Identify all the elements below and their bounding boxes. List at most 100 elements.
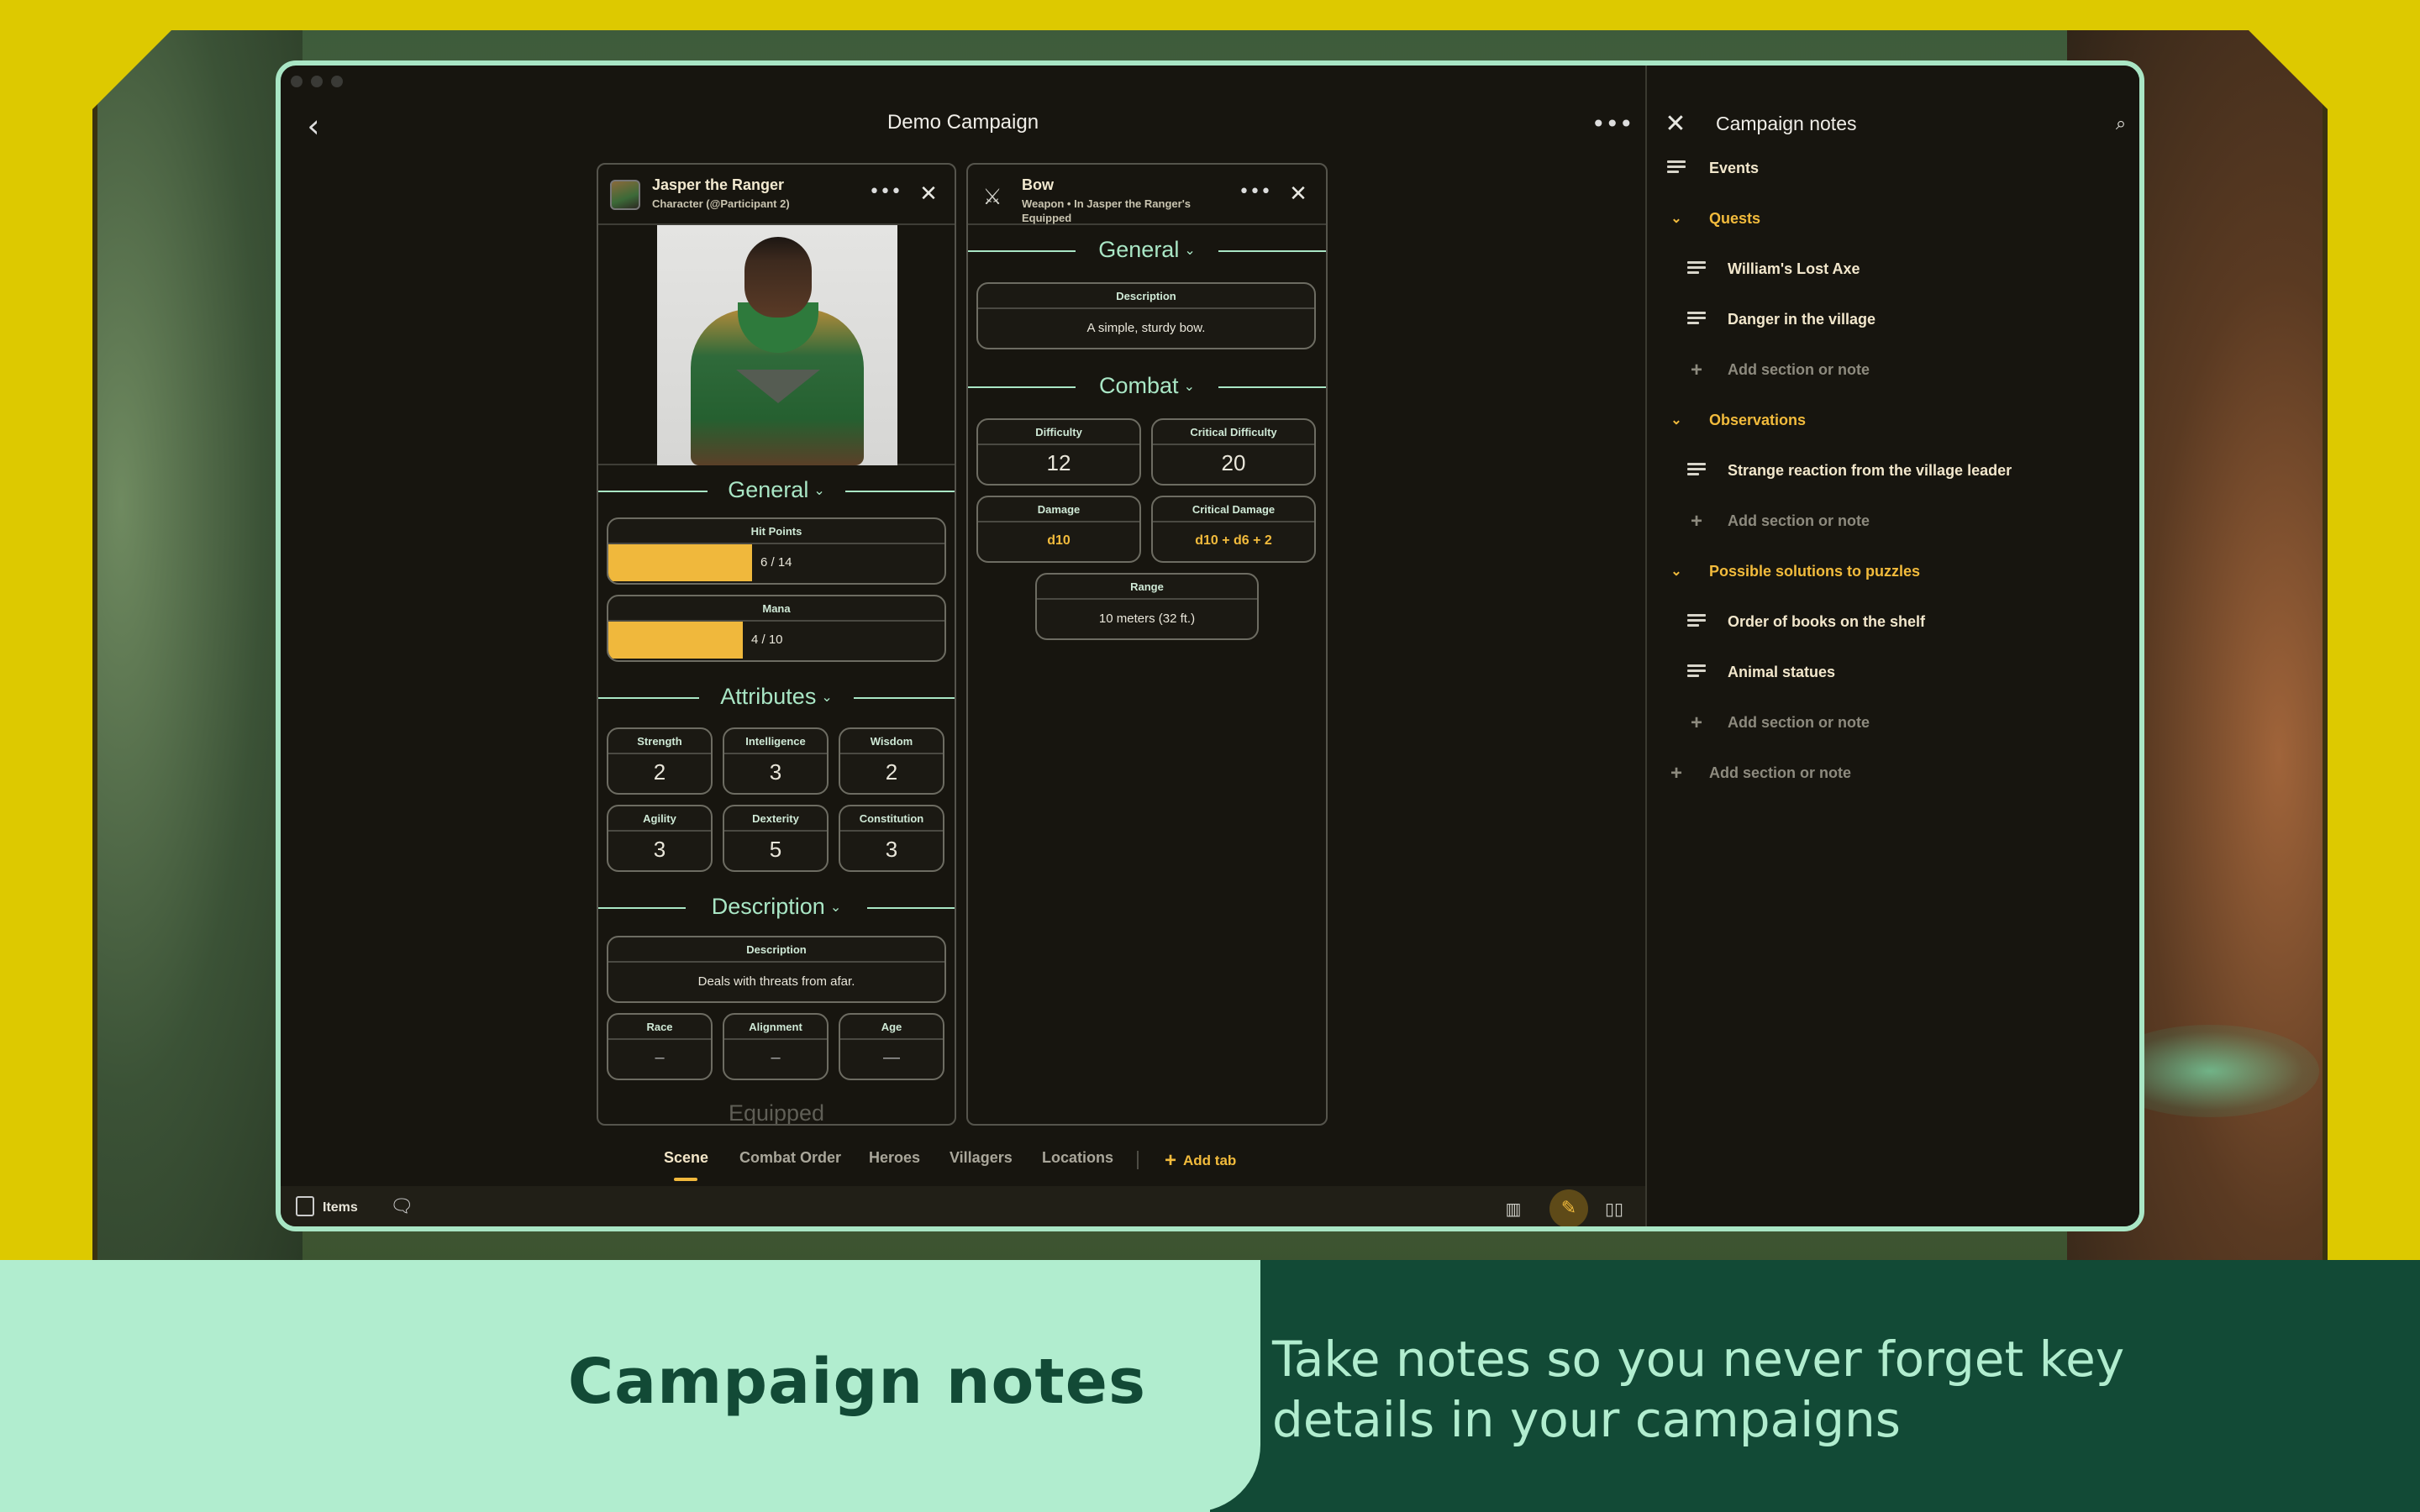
weapon-general-section-header[interactable]: General ⌄ xyxy=(968,225,1326,277)
more-horizontal-icon: ••• xyxy=(1239,181,1271,202)
field-value: – xyxy=(655,1048,665,1067)
field-label: Alignment xyxy=(724,1015,827,1040)
mana-label: Mana xyxy=(608,596,944,622)
chevron-down-icon: ⌄ xyxy=(829,900,842,915)
notes-header: ✕ Campaign notes ⌕ xyxy=(1647,99,2139,155)
tab-heroes[interactable]: Heroes xyxy=(869,1149,920,1167)
hit-points-label: Hit Points xyxy=(608,519,944,544)
race-field[interactable]: Race – xyxy=(607,1013,713,1080)
equipped-section-title[interactable]: Equipped xyxy=(598,1100,955,1124)
attribute-constitution[interactable]: Constitution 3 xyxy=(839,805,944,872)
rulebook-button[interactable]: ▯▯ xyxy=(1600,1194,1628,1223)
chat-button[interactable]: 🗨 xyxy=(390,1196,413,1217)
notes-section[interactable]: ⌄ Quests xyxy=(1647,203,2139,237)
lines-glyph xyxy=(1687,259,1706,276)
weapon-close-button[interactable]: ✕ xyxy=(1284,180,1313,208)
weapon-more-button[interactable]: ••• xyxy=(1239,180,1271,208)
character-description-field[interactable]: Description Deals with threats from afar… xyxy=(607,936,946,1003)
mana-fill xyxy=(608,622,743,659)
note-item[interactable]: Order of books on the shelf xyxy=(1647,606,2139,640)
main-area: ‹ Demo Campaign ••• Jasper the Ranger Ch… xyxy=(281,66,1645,1226)
attribute-wisdom[interactable]: Wisdom 2 xyxy=(839,727,944,795)
weapon-card-header: ⚔ Bow Weapon • In Jasper the Ranger's Eq… xyxy=(968,165,1326,225)
hit-points-fill xyxy=(608,544,752,581)
tab-villagers[interactable]: Villagers xyxy=(950,1149,1013,1167)
add-section-or-note-button[interactable]: + Add section or note xyxy=(1647,758,2139,791)
attribute-dexterity[interactable]: Dexterity 5 xyxy=(723,805,829,872)
description-section-header[interactable]: Description ⌄ xyxy=(598,882,955,934)
field-label: Range xyxy=(1037,575,1257,600)
note-item[interactable]: Danger in the village xyxy=(1647,304,2139,338)
age-field[interactable]: Age — xyxy=(839,1013,944,1080)
weapon-name: Bow xyxy=(1022,176,1054,193)
field-label: Age xyxy=(840,1015,943,1040)
more-options-button[interactable]: ••• xyxy=(1591,108,1634,146)
field-value: 20 xyxy=(1221,450,1246,475)
character-close-button[interactable]: ✕ xyxy=(914,180,943,208)
alignment-field[interactable]: Alignment – xyxy=(723,1013,829,1080)
weapon-general-section-title: General xyxy=(1098,237,1180,262)
note-label: Order of books on the shelf xyxy=(1728,613,1926,630)
chevron-down-icon: ⌄ xyxy=(813,484,825,498)
plus-icon: + xyxy=(1690,711,1702,734)
notes-search-button[interactable]: ⌕ xyxy=(2104,108,2138,141)
character-name: Jasper the Ranger xyxy=(652,176,785,193)
hit-points-bar[interactable]: Hit Points 6 / 14 xyxy=(607,517,946,585)
search-icon: ⌕ xyxy=(2115,113,2127,134)
weapon-description-field[interactable]: Description A simple, sturdy bow. xyxy=(976,282,1316,349)
attribute-value: 3 xyxy=(653,837,666,862)
note-lines-icon xyxy=(1686,612,1707,633)
mana-bar[interactable]: Mana 4 / 10 xyxy=(607,595,946,662)
critical-difficulty-field[interactable]: Critical Difficulty 20 xyxy=(1151,418,1316,486)
divider xyxy=(598,491,708,492)
notes-close-button[interactable]: ✕ xyxy=(1659,108,1692,141)
tab-scene[interactable]: Scene xyxy=(664,1149,708,1167)
lines-glyph xyxy=(1687,309,1706,327)
notes-section[interactable]: ⌄ Possible solutions to puzzles xyxy=(1647,556,2139,590)
field-value: d10 xyxy=(1047,533,1071,548)
note-lines-icon xyxy=(1686,662,1707,684)
notes-section[interactable]: ⌄ Observations xyxy=(1647,405,2139,438)
chevron-down-icon: ⌄ xyxy=(1670,413,1682,428)
hit-points-track: 6 / 14 xyxy=(608,544,944,581)
tab-locations[interactable]: Locations xyxy=(1042,1149,1113,1167)
note-item[interactable]: William's Lost Axe xyxy=(1647,254,2139,287)
difficulty-field[interactable]: Difficulty 12 xyxy=(976,418,1141,486)
character-more-button[interactable]: ••• xyxy=(869,180,902,208)
plus-icon: + xyxy=(1670,762,1682,785)
attributes-section-header[interactable]: Attributes ⌄ xyxy=(598,672,955,724)
items-button[interactable]: Items xyxy=(296,1196,358,1216)
attribute-value: 3 xyxy=(885,837,898,862)
add-section-or-note-button[interactable]: + Add section or note xyxy=(1647,354,2139,388)
range-field[interactable]: Range 10 meters (32 ft.) xyxy=(1035,573,1259,640)
attribute-agility[interactable]: Agility 3 xyxy=(607,805,713,872)
chevron-down-icon: ⌄ xyxy=(1184,244,1196,258)
note-item[interactable]: Strange reaction from the village leader xyxy=(1647,455,2139,489)
general-section-header[interactable]: General ⌄ xyxy=(598,465,955,517)
field-label: Damage xyxy=(978,497,1139,522)
attribute-intelligence[interactable]: Intelligence 3 xyxy=(723,727,829,795)
field-value: 12 xyxy=(1046,450,1071,475)
divider xyxy=(968,386,1076,388)
close-icon: ✕ xyxy=(1289,181,1307,207)
map-button[interactable]: ▥ xyxy=(1499,1194,1528,1223)
damage-field[interactable]: Damage d10 xyxy=(976,496,1141,563)
character-card: Jasper the Ranger Character (@Participan… xyxy=(597,163,956,1126)
note-item[interactable]: Events xyxy=(1647,153,2139,186)
add-section-or-note-button[interactable]: + Add section or note xyxy=(1647,707,2139,741)
weapon-subtitle: Weapon • In Jasper the Ranger's Equipped xyxy=(1022,197,1192,224)
add-section-or-note-button[interactable]: + Add section or note xyxy=(1647,506,2139,539)
attribute-strength[interactable]: Strength 2 xyxy=(607,727,713,795)
note-label: Possible solutions to puzzles xyxy=(1709,563,1921,580)
chevron-down-icon: ⌄ xyxy=(1670,212,1682,226)
note-item[interactable]: Animal statues xyxy=(1647,657,2139,690)
add-tab-button[interactable]: + Add tab xyxy=(1165,1149,1236,1173)
critical-damage-field[interactable]: Critical Damage d10 + d6 + 2 xyxy=(1151,496,1316,563)
more-horizontal-icon: ••• xyxy=(1591,110,1634,138)
notes-button[interactable]: ✎ xyxy=(1549,1189,1588,1226)
field-value: d10 + d6 + 2 xyxy=(1195,533,1272,548)
tab-combat-order[interactable]: Combat Order xyxy=(739,1149,841,1167)
combat-section-header[interactable]: Combat ⌄ xyxy=(968,361,1326,413)
frame-corner-right xyxy=(2218,0,2420,202)
note-lines-icon xyxy=(1686,309,1707,331)
